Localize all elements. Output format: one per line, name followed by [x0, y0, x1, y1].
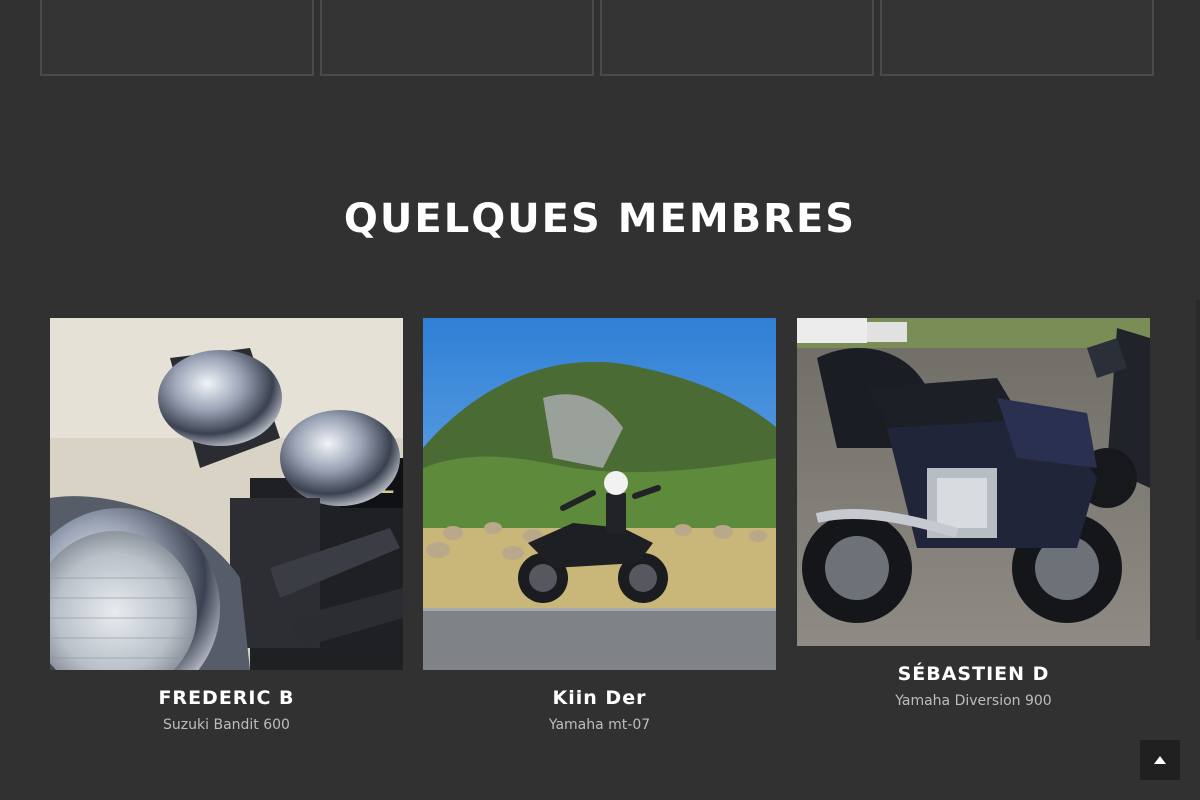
member-photo[interactable] [797, 318, 1150, 646]
member-name: FREDERIC B [158, 687, 295, 709]
chrome-headlights-photo: SUZ [50, 318, 403, 670]
back-to-top-button[interactable] [1140, 740, 1180, 780]
top-card[interactable] [320, 0, 594, 76]
top-card[interactable] [880, 0, 1154, 76]
top-card[interactable] [600, 0, 874, 76]
touring-motorcycle-photo [797, 318, 1150, 646]
top-cards-row [40, 0, 1158, 78]
member-name: Kiin Der [552, 687, 647, 709]
page: QUELQUES MEMBRES FREDERIC B Suzuki Bandi… [0, 0, 1200, 800]
member-bike: Yamaha mt-07 [548, 717, 651, 733]
member-photo[interactable] [423, 318, 776, 670]
caret-up-icon [1154, 756, 1166, 764]
rider-on-motorcycle-photo [423, 318, 776, 670]
member-bike: Yamaha Diversion 900 [895, 693, 1052, 709]
member-card[interactable]: SÉBASTIEN D Yamaha Diversion 900 [797, 318, 1150, 709]
top-card[interactable] [40, 0, 314, 76]
member-card[interactable]: SUZ FREDERIC B Suzuki Band [50, 318, 403, 733]
member-name: SÉBASTIEN D [897, 663, 1050, 685]
section-title: QUELQUES MEMBRES [343, 196, 857, 242]
member-photo[interactable]: SUZ [50, 318, 403, 670]
member-card[interactable]: Kiin Der Yamaha mt-07 [423, 318, 776, 733]
member-bike: Suzuki Bandit 600 [163, 717, 290, 733]
scroll-hint [1196, 300, 1200, 640]
